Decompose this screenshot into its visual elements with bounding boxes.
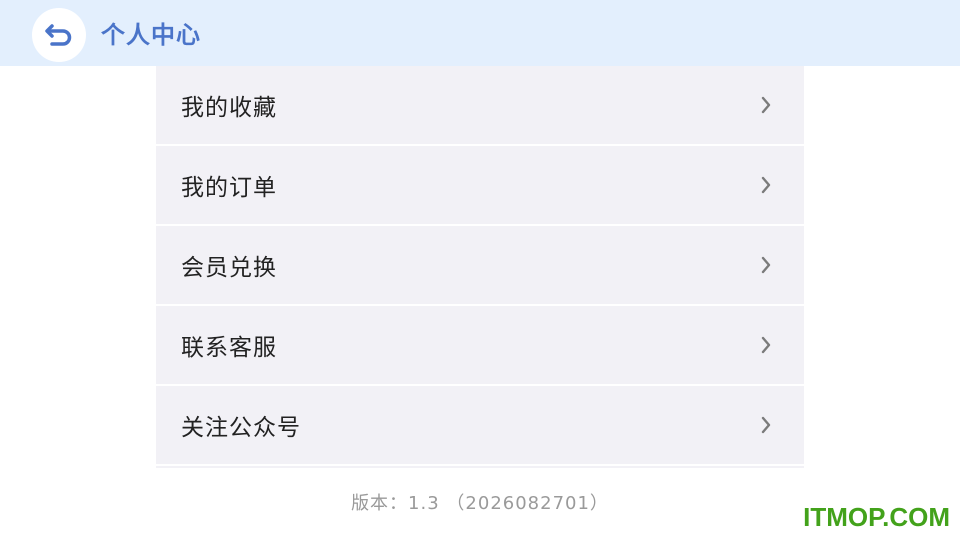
menu-item-customer-service[interactable]: 联系客服 <box>156 306 804 386</box>
menu-item-membership-redeem[interactable]: 会员兑换 <box>156 226 804 306</box>
chevron-right-icon <box>761 176 771 194</box>
chevron-right-icon <box>761 336 771 354</box>
chevron-right-icon <box>761 256 771 274</box>
menu-item-label: 关注公众号 <box>181 415 301 441</box>
back-button[interactable] <box>32 8 86 62</box>
menu-item-label: 我的订单 <box>181 175 277 201</box>
menu-item-partial[interactable] <box>156 466 804 468</box>
settings-menu: 我的收藏 我的订单 会员兑换 联系客服 关注公众号 <box>156 66 804 468</box>
top-bar: 个人中心 <box>0 0 960 66</box>
menu-item-follow-account[interactable]: 关注公众号 <box>156 386 804 466</box>
menu-item-favorites[interactable]: 我的收藏 <box>156 66 804 146</box>
menu-item-label: 会员兑换 <box>181 255 277 281</box>
chevron-right-icon <box>761 416 771 434</box>
menu-item-label: 我的收藏 <box>181 95 277 121</box>
menu-item-label: 联系客服 <box>181 335 277 361</box>
chevron-right-icon <box>761 96 771 114</box>
back-return-icon <box>45 24 72 46</box>
page-title: 个人中心 <box>101 21 201 49</box>
watermark-logo: ITMOP.COM <box>803 502 950 532</box>
menu-item-orders[interactable]: 我的订单 <box>156 146 804 226</box>
